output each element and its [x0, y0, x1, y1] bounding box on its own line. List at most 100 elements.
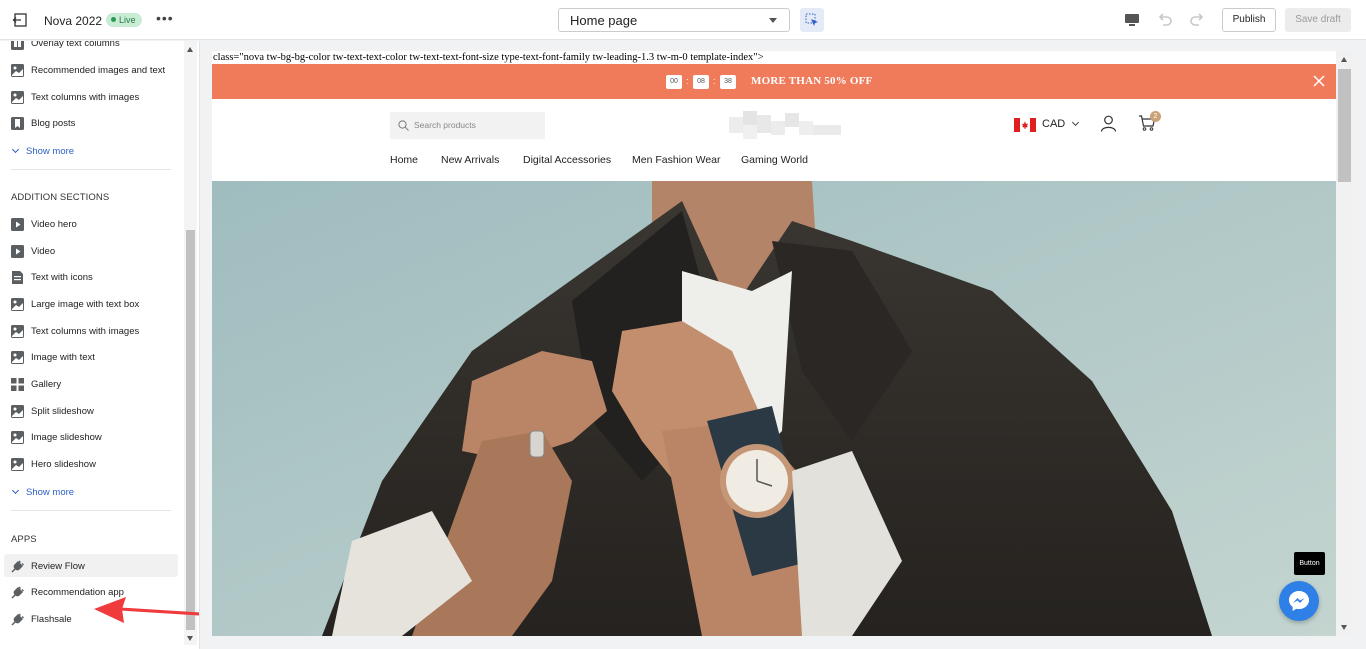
template-class-text: class="nova tw-bg-bg-color tw-text-text-…	[213, 52, 764, 63]
plug-icon	[11, 613, 24, 626]
exit-icon[interactable]	[12, 12, 28, 28]
canada-flag-icon	[1014, 118, 1036, 132]
timer-hours: 00	[666, 75, 682, 89]
nav-item-home[interactable]: Home	[390, 154, 418, 166]
image-icon	[11, 431, 24, 444]
divider	[11, 169, 171, 170]
currency-selector[interactable]: CAD	[1042, 118, 1065, 130]
store-logo[interactable]	[729, 111, 841, 139]
live-dot-icon	[111, 17, 116, 22]
image-icon	[11, 405, 24, 418]
save-draft-button[interactable]: Save draft	[1285, 8, 1351, 32]
promo-bar: 00 : 08 : 38 MORE THAN 50% OFF	[212, 64, 1336, 99]
blog-icon	[11, 117, 24, 130]
more-actions-button[interactable]: •••	[156, 10, 174, 26]
caret-down-icon	[769, 18, 777, 23]
scroll-up-icon	[187, 47, 193, 52]
undo-icon[interactable]	[1156, 11, 1174, 29]
page-select-value: Home page	[570, 13, 638, 28]
sidebar-item-label: Split slideshow	[31, 406, 94, 417]
show-more-link[interactable]: Show more	[11, 486, 75, 498]
image-icon	[11, 298, 24, 311]
sidebar-item-label: Large image with text box	[31, 299, 140, 310]
section-heading-apps: APPS	[11, 534, 37, 545]
sidebar-scrollbar[interactable]	[184, 41, 197, 645]
chevron-down-icon	[11, 486, 20, 495]
sidebar-item-label: Image slideshow	[31, 432, 102, 443]
messenger-chat-button[interactable]	[1279, 581, 1319, 621]
image-icon	[11, 351, 24, 364]
live-badge: Live	[106, 13, 142, 27]
chevron-down-icon	[11, 145, 20, 154]
search-placeholder: Search products	[414, 120, 476, 130]
sidebar-item-label: Overlay text columns	[31, 41, 120, 49]
sections-sidebar: Overlay text columns Recommended images …	[0, 41, 200, 649]
store-header: Search products CAD 2 Home New Arrivals …	[212, 99, 1336, 181]
hero-image	[212, 181, 1336, 636]
close-icon[interactable]	[1313, 75, 1325, 87]
sidebar-item-label: Text columns with images	[31, 326, 140, 337]
image-icon	[11, 325, 24, 338]
sidebar-item-label: Video hero	[31, 219, 77, 230]
video-icon	[11, 218, 24, 231]
cart-count-badge: 2	[1150, 111, 1161, 122]
gallery-icon	[11, 378, 24, 391]
messenger-icon	[1289, 591, 1309, 611]
page-select[interactable]: Home page	[558, 8, 790, 32]
nav-item-men-fashion-wear[interactable]: Men Fashion Wear	[632, 154, 721, 166]
section-heading-addition: ADDITION SECTIONS	[11, 192, 110, 203]
plug-icon	[11, 586, 24, 599]
preview-scrollbar[interactable]	[1336, 51, 1354, 636]
editor-topbar: Nova 2022 Live ••• Home page Publish Sav…	[0, 0, 1366, 40]
text-icon	[12, 271, 23, 284]
select-cursor-icon	[805, 13, 818, 26]
storefront-preview: class="nova tw-bg-bg-color tw-text-text-…	[212, 51, 1354, 636]
plug-icon	[11, 560, 24, 573]
image-icon	[11, 458, 24, 471]
redo-icon[interactable]	[1188, 11, 1206, 29]
columns-icon	[11, 41, 24, 50]
show-more-link[interactable]: Show more	[11, 145, 75, 157]
publish-button[interactable]: Publish	[1222, 8, 1276, 32]
sidebar-item-label: Flashsale	[31, 614, 72, 625]
theme-name: Nova 2022	[44, 14, 103, 28]
inspector-toggle-button[interactable]	[800, 8, 824, 32]
button-tooltip: Button	[1294, 552, 1325, 575]
scrollbar-thumb[interactable]	[186, 230, 195, 630]
show-more-label: Show more	[26, 146, 75, 157]
sidebar-item-label: Review Flow	[31, 561, 85, 572]
account-icon[interactable]	[1100, 115, 1117, 132]
show-more-label: Show more	[26, 487, 75, 498]
main-nav: Home New Arrivals Digital Accessories Me…	[212, 154, 1336, 170]
search-input[interactable]: Search products	[390, 112, 545, 139]
desktop-view-icon[interactable]	[1123, 11, 1141, 29]
timer-seconds: 38	[720, 75, 736, 89]
sidebar-item-label: Gallery	[31, 379, 62, 390]
image-icon	[11, 64, 24, 77]
scroll-up-icon	[1341, 57, 1347, 62]
sidebar-item-label: Text with icons	[31, 272, 93, 283]
timer-colon: :	[713, 76, 716, 86]
promo-text: MORE THAN 50% OFF	[751, 75, 873, 87]
sidebar-item-label: Recommended images and text	[31, 65, 166, 76]
sidebar-item-label: Hero slideshow	[31, 459, 96, 470]
nav-item-new-arrivals[interactable]: New Arrivals	[441, 154, 499, 166]
divider	[11, 510, 171, 511]
image-icon	[11, 91, 24, 104]
sidebar-item-label: Blog posts	[31, 118, 76, 129]
sidebar-item-label: Video	[31, 246, 56, 257]
live-badge-label: Live	[119, 15, 136, 25]
scroll-down-icon	[187, 636, 193, 641]
nav-item-gaming-world[interactable]: Gaming World	[741, 154, 808, 166]
scrollbar-thumb[interactable]	[1338, 69, 1351, 182]
sidebar-item-label: Image with text	[31, 352, 95, 363]
video-icon	[11, 245, 24, 258]
annotation-arrow-icon	[94, 597, 199, 623]
chevron-down-icon	[1071, 118, 1080, 127]
sidebar-item-label: Text columns with images	[31, 92, 140, 103]
search-icon	[398, 120, 409, 131]
scroll-down-icon	[1341, 625, 1347, 630]
timer-colon: :	[686, 76, 689, 86]
timer-minutes: 08	[693, 75, 709, 89]
nav-item-digital-accessories[interactable]: Digital Accessories	[523, 154, 611, 166]
